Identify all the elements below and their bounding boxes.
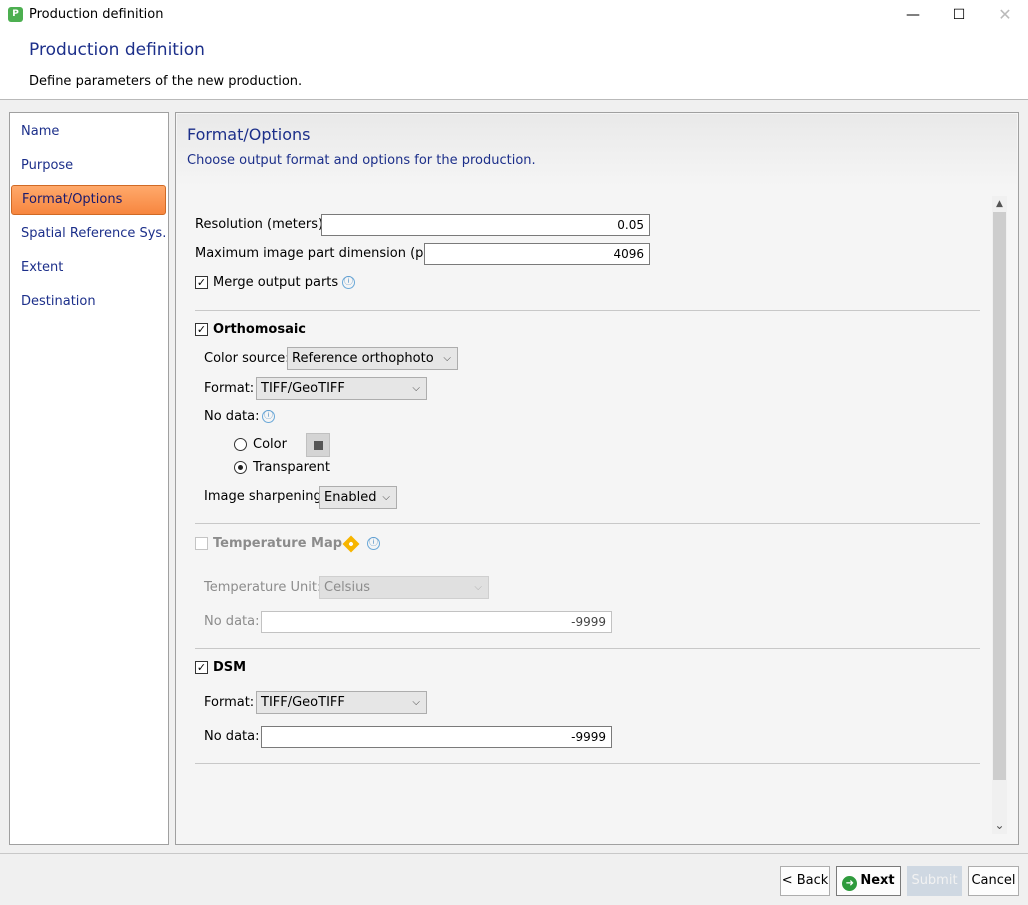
cancel-button[interactable]: Cancel	[968, 866, 1019, 896]
sidebar-item-name[interactable]: Name	[11, 117, 166, 147]
sidebar-item-purpose[interactable]: Purpose	[11, 151, 166, 181]
ortho-format-value: TIFF/GeoTIFF	[261, 381, 345, 396]
dsm-checkbox[interactable]: ✓	[195, 661, 208, 674]
scrollbar-thumb[interactable]	[993, 212, 1006, 780]
scroll-up-icon[interactable]: ▲	[992, 197, 1007, 211]
dsm-nodata-input[interactable]: -9999	[261, 726, 612, 748]
sidebar-item-destination[interactable]: Destination	[11, 287, 166, 317]
ortho-format-select[interactable]: TIFF/GeoTIFF ⌵	[256, 377, 427, 400]
temperature-info-icon[interactable]: ⓘ	[367, 537, 380, 550]
temperature-nodata-input: -9999	[261, 611, 612, 633]
minimize-icon[interactable]: —	[890, 0, 936, 30]
temperature-map-label: Temperature Map	[213, 536, 343, 551]
merge-output-label: Merge output parts	[213, 275, 339, 290]
dsm-format-select[interactable]: TIFF/GeoTIFF ⌵	[256, 691, 427, 714]
panel-title: Format/Options	[187, 125, 311, 144]
back-button[interactable]: < Back	[780, 866, 830, 896]
section-divider	[195, 648, 980, 649]
chevron-down-icon: ⌵	[412, 697, 420, 708]
resolution-label: Resolution (meters):	[195, 217, 328, 232]
orthomosaic-checkbox[interactable]: ✓	[195, 323, 208, 336]
submit-button[interactable]: Submit	[907, 866, 962, 896]
chevron-down-icon: ⌵	[382, 492, 390, 503]
maximize-icon[interactable]: ☐	[936, 0, 982, 30]
sidebar-item-format-options[interactable]: Format/Options	[11, 185, 166, 215]
dsm-nodata-label: No data:	[204, 729, 260, 744]
image-sharpening-select[interactable]: Enabled ⌵	[319, 486, 397, 509]
nodata-color-label: Color	[253, 437, 287, 452]
app-icon: P	[8, 7, 23, 22]
temperature-unit-select: Celsius ⌵	[319, 576, 489, 599]
dsm-label: DSM	[213, 660, 247, 675]
temperature-unit-value: Celsius	[324, 580, 371, 595]
next-button[interactable]: ➜ Next	[836, 866, 901, 896]
close-icon[interactable]: ✕	[982, 0, 1028, 30]
section-divider	[195, 763, 980, 764]
resolution-input[interactable]: 0.05	[321, 214, 650, 236]
max-dimension-label: Maximum image part dimension (px):	[195, 246, 441, 261]
color-source-value: Reference orthophoto	[292, 351, 434, 366]
color-source-label: Color source:	[204, 351, 290, 366]
footer-divider	[0, 853, 1028, 854]
section-divider	[195, 523, 980, 524]
chevron-down-icon: ⌵	[474, 582, 482, 593]
temperature-map-checkbox	[195, 537, 208, 550]
dsm-format-value: TIFF/GeoTIFF	[261, 695, 345, 710]
merge-output-checkbox[interactable]: ✓	[195, 276, 208, 289]
arrow-right-icon: ➜	[842, 876, 858, 891]
image-sharpening-label: Image sharpening:	[204, 489, 327, 504]
sidebar-item-extent[interactable]: Extent	[11, 253, 166, 283]
scroll-down-icon[interactable]: ⌄	[992, 818, 1007, 832]
chevron-down-icon: ⌵	[443, 353, 451, 364]
chevron-down-icon: ⌵	[412, 383, 420, 394]
ortho-format-label: Format:	[204, 381, 255, 396]
dsm-format-label: Format:	[204, 695, 255, 710]
temperature-nodata-label: No data:	[204, 614, 260, 629]
page-subtitle: Define parameters of the new production.	[29, 74, 303, 89]
page-title: Production definition	[29, 40, 205, 60]
max-dimension-input[interactable]: 4096	[424, 243, 650, 265]
nodata-transparent-label: Transparent	[253, 460, 330, 475]
temperature-unit-label: Temperature Unit:	[204, 580, 322, 595]
panel-subtitle: Choose output format and options for the…	[187, 153, 536, 168]
section-divider	[195, 310, 980, 311]
next-button-label: Next	[860, 873, 895, 888]
nodata-color-swatch[interactable]	[306, 433, 330, 457]
merge-info-icon[interactable]: ⓘ	[342, 276, 355, 289]
nodata-transparent-radio[interactable]	[234, 461, 247, 474]
color-source-select[interactable]: Reference orthophoto ⌵	[287, 347, 458, 370]
nodata-color-radio[interactable]	[234, 438, 247, 451]
image-sharpening-value: Enabled	[324, 490, 377, 505]
header-divider	[0, 99, 1028, 100]
ortho-nodata-label: No data:	[204, 409, 260, 424]
nodata-info-icon[interactable]: ⓘ	[262, 410, 275, 423]
window-title: Production definition	[29, 7, 164, 22]
sidebar-item-spatial-reference[interactable]: Spatial Reference Sys...	[11, 219, 166, 249]
orthomosaic-label: Orthomosaic	[213, 322, 307, 337]
